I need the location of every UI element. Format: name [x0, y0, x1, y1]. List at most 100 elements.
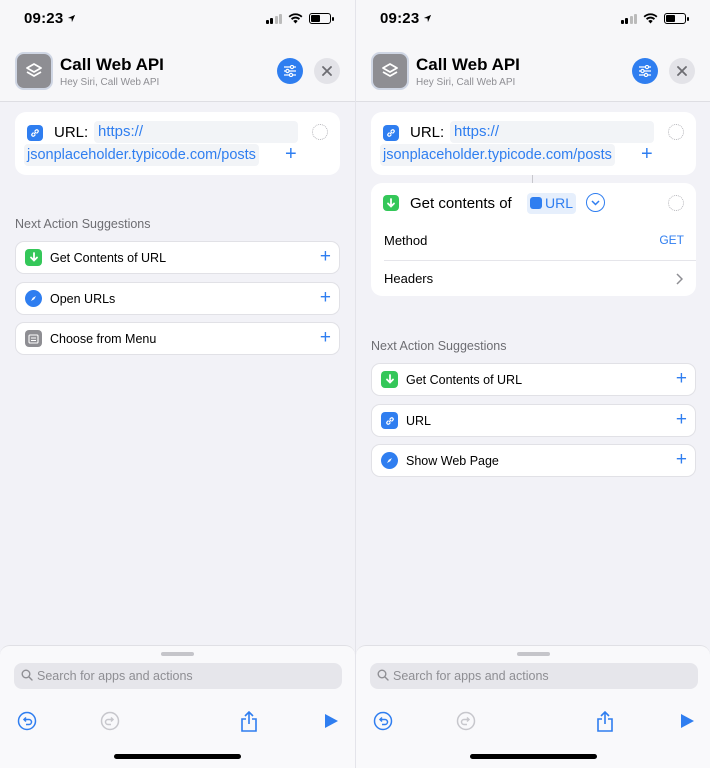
home-indicator — [114, 754, 241, 759]
shortcut-header: Call Web API Hey Siri, Call Web API — [356, 40, 710, 102]
add-suggestion-button[interactable]: + — [676, 410, 687, 430]
add-suggestion-button[interactable]: + — [320, 288, 331, 308]
home-indicator — [470, 754, 597, 759]
action-connector — [532, 175, 533, 183]
redo-button[interactable] — [98, 709, 122, 733]
link-icon — [381, 412, 398, 429]
undo-icon — [17, 711, 37, 731]
url-value-field-line2[interactable]: jsonplaceholder.typicode.com/posts — [24, 144, 259, 166]
shortcut-subtitle: Hey Siri, Call Web API — [416, 77, 516, 88]
shortcut-title[interactable]: Call Web API — [60, 55, 164, 75]
battery-icon — [664, 13, 689, 24]
link-icon — [27, 125, 43, 141]
suggestion-get-contents-of-url[interactable]: Get Contents of URL + — [15, 241, 340, 274]
add-url-button[interactable]: + — [285, 144, 297, 164]
sliders-icon — [639, 65, 651, 77]
share-icon — [241, 710, 257, 732]
url-label: URL: — [410, 124, 445, 141]
suggestion-label: Get Contents of URL — [406, 373, 523, 387]
suggestion-label: Choose from Menu — [50, 332, 157, 346]
add-suggestion-button[interactable]: + — [676, 369, 687, 389]
close-icon — [322, 66, 332, 76]
status-bar: 09:23 — [356, 0, 710, 40]
shortcut-subtitle: Hey Siri, Call Web API — [60, 77, 160, 88]
suggestion-url[interactable]: URL + — [371, 404, 696, 437]
run-button[interactable] — [319, 709, 343, 733]
screen-left: 09:23 Call Web API Hey Siri, Call Web AP… — [0, 0, 355, 768]
link-icon — [530, 197, 542, 209]
search-field[interactable]: Search for apps and actions — [370, 663, 698, 689]
share-button[interactable] — [593, 709, 617, 733]
location-arrow-icon — [68, 14, 76, 23]
play-icon — [325, 714, 338, 728]
suggestion-show-web-page[interactable]: Show Web Page + — [371, 444, 696, 477]
suggestion-choose-from-menu[interactable]: Choose from Menu + — [15, 322, 340, 355]
share-icon — [597, 710, 613, 732]
status-icons — [265, 13, 334, 24]
close-button[interactable] — [669, 58, 695, 84]
url-value-field[interactable]: https:// — [94, 121, 298, 143]
run-button[interactable] — [675, 709, 699, 733]
suggestion-open-urls[interactable]: Open URLs + — [15, 282, 340, 315]
status-time: 09:23 — [24, 10, 76, 27]
url-token-text: URL — [545, 195, 574, 211]
download-icon — [381, 371, 398, 388]
url-action-card[interactable]: URL: https:// jsonplaceholder.typicode.c… — [15, 112, 340, 175]
shortcut-app-icon[interactable] — [15, 52, 53, 90]
add-url-button[interactable]: + — [641, 144, 653, 164]
expand-button[interactable] — [586, 193, 605, 212]
menu-icon — [25, 330, 42, 347]
close-button[interactable] — [314, 58, 340, 84]
action-status-icon — [312, 124, 328, 140]
suggestion-label: Get Contents of URL — [50, 251, 167, 265]
sheet-grabber[interactable] — [161, 652, 194, 656]
download-icon — [383, 195, 399, 211]
action-search-sheet: Search for apps and actions — [356, 645, 710, 768]
share-button[interactable] — [237, 709, 261, 733]
search-icon — [21, 669, 33, 681]
url-variable-token[interactable]: URL — [527, 193, 577, 214]
shortcut-title[interactable]: Call Web API — [416, 55, 520, 75]
download-icon — [25, 249, 42, 266]
shortcut-app-icon[interactable] — [371, 52, 409, 90]
method-row[interactable]: Method GET — [371, 223, 696, 259]
suggestion-get-contents-of-url[interactable]: Get Contents of URL + — [371, 363, 696, 396]
suggestions-title: Next Action Suggestions — [15, 217, 151, 231]
undo-button[interactable] — [15, 709, 39, 733]
add-suggestion-button[interactable]: + — [320, 247, 331, 267]
search-placeholder: Search for apps and actions — [393, 669, 549, 683]
add-suggestion-button[interactable]: + — [320, 328, 331, 348]
sliders-icon — [284, 65, 296, 77]
url-value-field-line2[interactable]: jsonplaceholder.typicode.com/posts — [380, 144, 615, 166]
redo-button[interactable] — [454, 709, 478, 733]
get-contents-label: Get contents of — [410, 195, 512, 212]
location-arrow-icon — [424, 14, 432, 23]
suggestion-label: Open URLs — [50, 292, 116, 306]
method-label: Method — [384, 233, 428, 248]
url-action-card[interactable]: URL: https:// jsonplaceholder.typicode.c… — [371, 112, 696, 175]
get-contents-action-card[interactable]: Get contents of URL Method GET Headers — [371, 183, 696, 296]
status-icons — [620, 13, 689, 24]
search-placeholder: Search for apps and actions — [37, 669, 193, 683]
headers-row[interactable]: Headers — [384, 260, 696, 296]
status-time-text: 09:23 — [380, 10, 420, 27]
wifi-icon — [288, 13, 303, 24]
suggestion-label: URL — [406, 414, 432, 428]
status-time-text: 09:23 — [24, 10, 64, 27]
settings-button[interactable] — [277, 58, 303, 84]
sheet-grabber[interactable] — [517, 652, 550, 656]
method-value[interactable]: GET — [659, 233, 684, 247]
shortcut-header: Call Web API Hey Siri, Call Web API — [0, 40, 355, 102]
add-suggestion-button[interactable]: + — [676, 450, 687, 470]
wifi-icon — [643, 13, 658, 24]
screen-right: 09:23 Call Web API Hey Siri, Call Web AP… — [355, 0, 710, 768]
link-icon — [383, 125, 399, 141]
safari-icon — [25, 290, 42, 307]
search-field[interactable]: Search for apps and actions — [14, 663, 342, 689]
url-value-field[interactable]: https:// — [450, 121, 654, 143]
settings-button[interactable] — [632, 58, 658, 84]
cellular-signal-icon — [620, 13, 637, 24]
action-status-icon — [668, 195, 684, 211]
undo-button[interactable] — [371, 709, 395, 733]
chevron-right-icon — [676, 273, 683, 285]
